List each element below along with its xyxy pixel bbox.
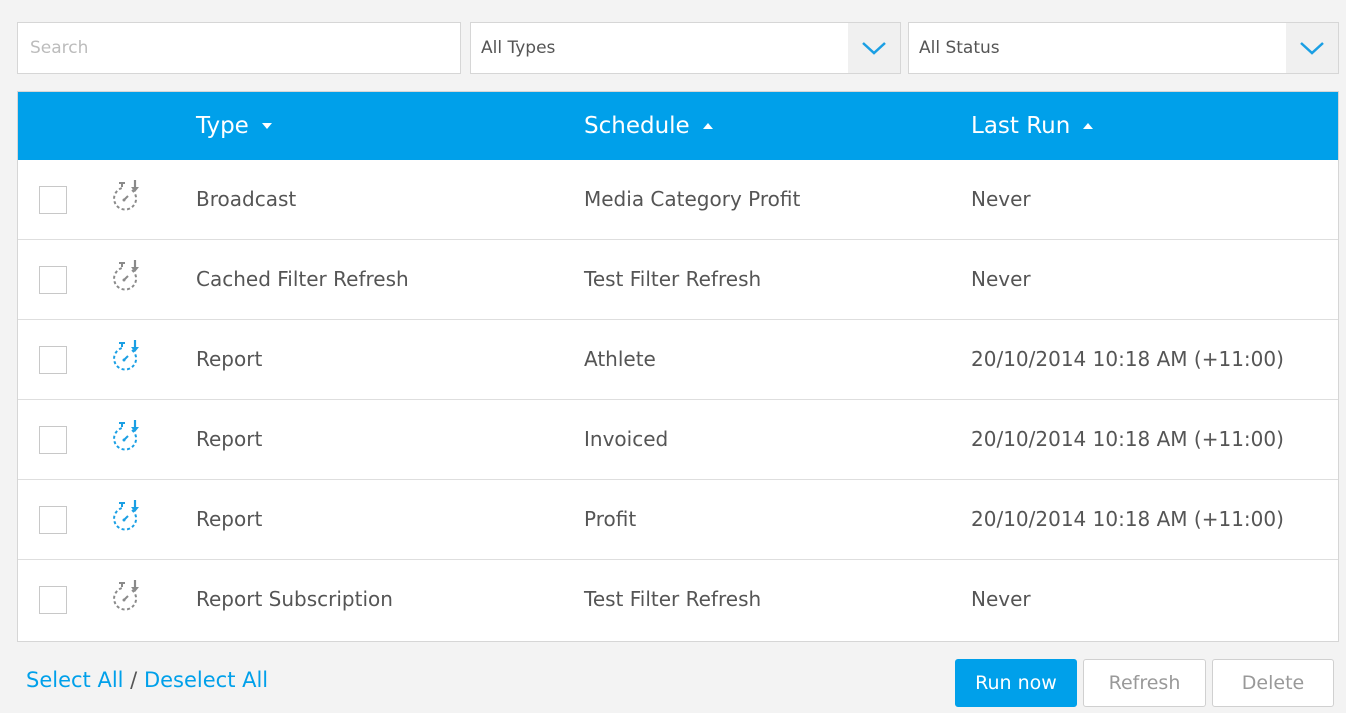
table-row[interactable]: Cached Filter Refresh Test Filter Refresh… <box>18 240 1338 320</box>
table-row[interactable]: Report Subscription Test Filter Refresh Ne… <box>18 560 1338 640</box>
row-schedule-cell: Test Filter Refresh <box>584 587 762 611</box>
stopwatch-icon <box>110 498 144 536</box>
status-filter-toggle[interactable] <box>1286 23 1338 73</box>
chevron-down-icon <box>862 42 886 55</box>
column-header-schedule-label: Schedule <box>584 113 690 139</box>
stopwatch-icon <box>110 178 144 216</box>
stopwatch-icon <box>110 338 144 376</box>
refresh-button[interactable]: Refresh <box>1083 659 1206 707</box>
row-last-run-cell: 20/10/2014 10:18 AM (+11:00) <box>971 347 1284 371</box>
row-last-run-cell: Never <box>971 187 1031 211</box>
row-checkbox[interactable] <box>39 586 67 614</box>
column-header-last-run[interactable]: Last Run <box>971 92 1094 160</box>
table-row[interactable]: Report Invoiced 20/10/2014 10:18 AM (+11:0… <box>18 400 1338 480</box>
row-type-cell: Report <box>196 347 263 371</box>
table-row[interactable]: Report Profit 20/10/2014 10:18 AM (+11:00) <box>18 480 1338 560</box>
chevron-down-icon <box>1300 42 1324 55</box>
row-type-cell: Report <box>196 507 263 531</box>
status-filter-value: All Status <box>919 38 1000 58</box>
row-checkbox[interactable] <box>39 506 67 534</box>
row-last-run-cell: 20/10/2014 10:18 AM (+11:00) <box>971 427 1284 451</box>
row-schedule-cell: Athlete <box>584 347 656 371</box>
column-header-schedule[interactable]: Schedule <box>584 92 714 160</box>
table-row[interactable]: Report Athlete 20/10/2014 10:18 AM (+11:00… <box>18 320 1338 400</box>
row-schedule-cell: Profit <box>584 507 637 531</box>
stopwatch-icon <box>110 418 144 456</box>
row-schedule-cell: Invoiced <box>584 427 669 451</box>
select-all-link[interactable]: Select All <box>26 668 124 692</box>
link-separator: / <box>123 668 144 692</box>
row-checkbox[interactable] <box>39 186 67 214</box>
column-header-type-label: Type <box>196 113 249 139</box>
row-type-cell: Cached Filter Refresh <box>196 267 409 291</box>
run-now-button[interactable]: Run now <box>955 659 1077 707</box>
row-last-run-cell: Never <box>971 267 1031 291</box>
selection-links: Select All / Deselect All <box>26 668 268 692</box>
delete-button[interactable]: Delete <box>1212 659 1334 707</box>
stopwatch-icon <box>110 578 144 616</box>
filter-bar: All Types All Status <box>17 22 1339 76</box>
column-header-last-run-label: Last Run <box>971 113 1071 139</box>
row-type-cell: Report Subscription <box>196 587 393 611</box>
row-checkbox[interactable] <box>39 346 67 374</box>
row-type-cell: Report <box>196 427 263 451</box>
sort-asc-icon <box>1083 123 1094 129</box>
row-type-cell: Broadcast <box>196 187 297 211</box>
table-header: Type Schedule Last Run <box>18 92 1338 160</box>
row-last-run-cell: Never <box>971 587 1031 611</box>
row-last-run-cell: 20/10/2014 10:18 AM (+11:00) <box>971 507 1284 531</box>
column-header-type[interactable]: Type <box>196 92 273 160</box>
type-filter-value: All Types <box>481 38 556 58</box>
status-filter-select[interactable]: All Status <box>908 22 1339 74</box>
search-input[interactable] <box>17 22 461 74</box>
row-schedule-cell: Media Category Profit <box>584 187 801 211</box>
sort-asc-icon <box>702 123 713 129</box>
sort-desc-icon <box>261 123 272 129</box>
row-checkbox[interactable] <box>39 266 67 294</box>
row-checkbox[interactable] <box>39 426 67 454</box>
stopwatch-icon <box>110 258 144 296</box>
deselect-all-link[interactable]: Deselect All <box>144 668 268 692</box>
table-row[interactable]: Broadcast Media Category Profit Never <box>18 160 1338 240</box>
row-schedule-cell: Test Filter Refresh <box>584 267 762 291</box>
schedule-table: Type Schedule Last Run Broadcast Media Ca… <box>17 91 1339 642</box>
type-filter-select[interactable]: All Types <box>470 22 901 74</box>
type-filter-toggle[interactable] <box>848 23 900 73</box>
